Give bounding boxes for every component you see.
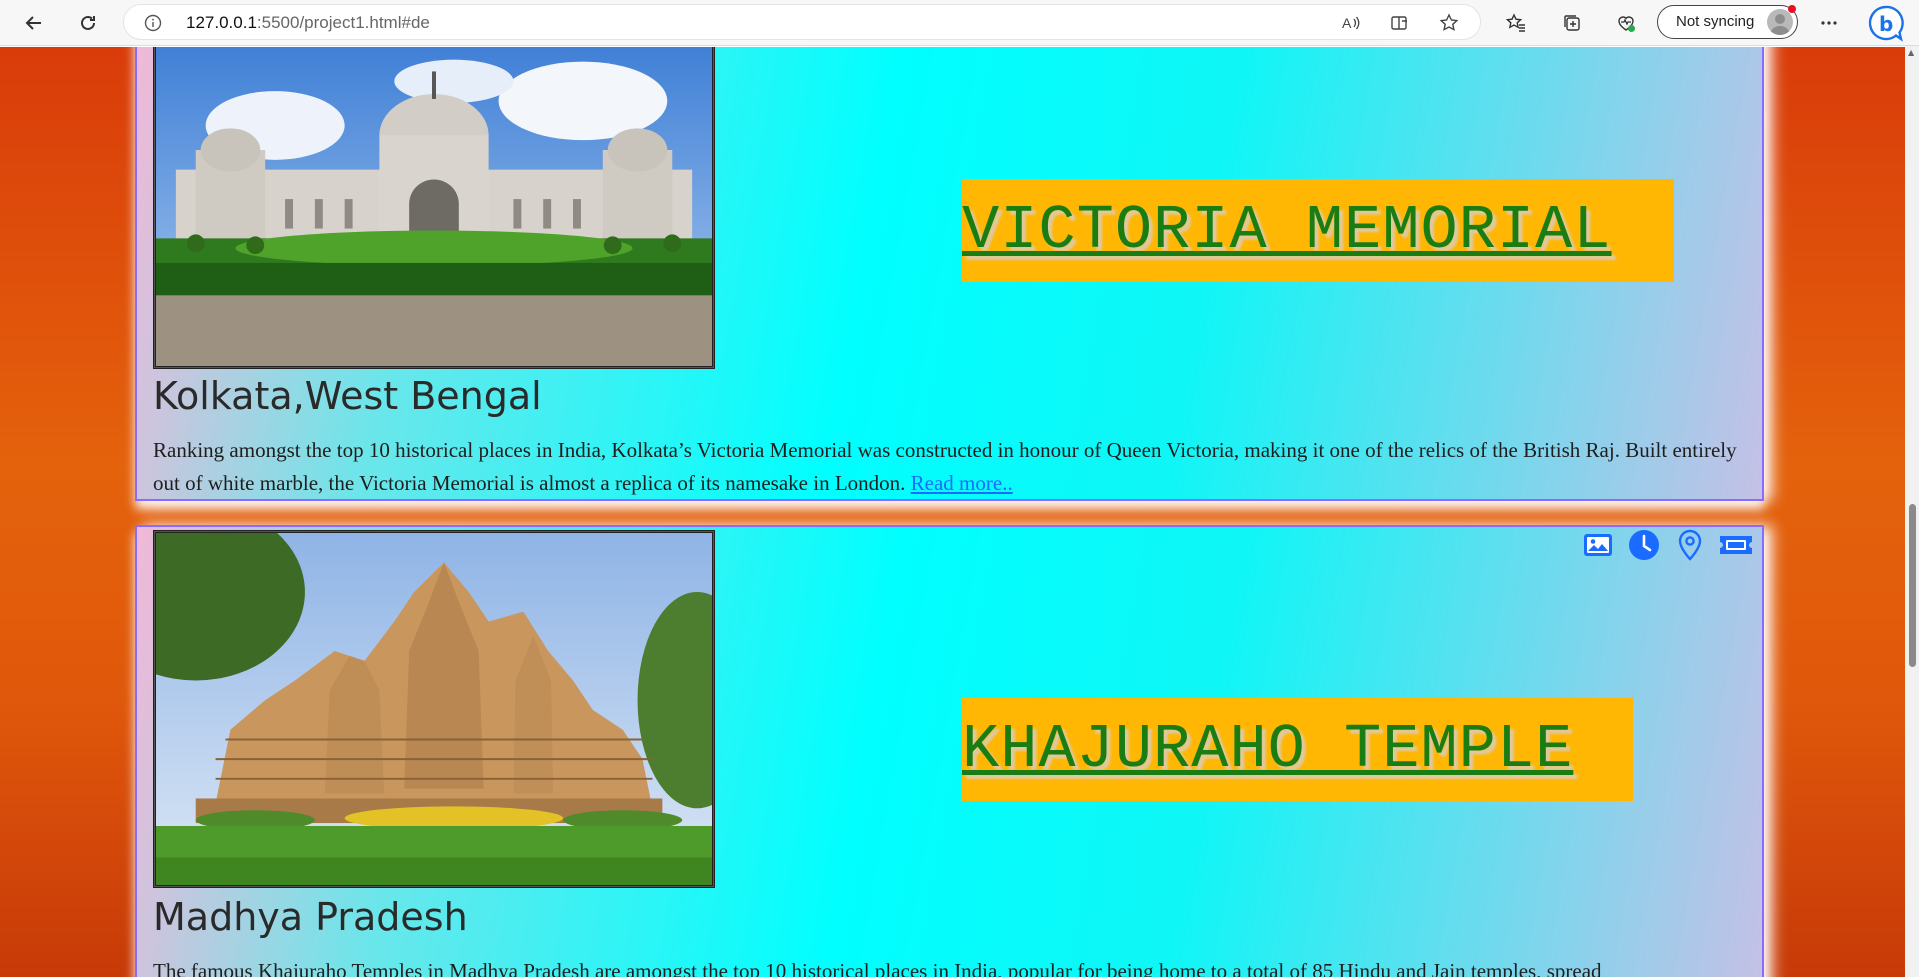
bing-copilot-button[interactable]: b bbox=[1867, 4, 1905, 42]
bing-copilot-icon: b bbox=[1868, 5, 1904, 42]
svg-text:b: b bbox=[1879, 12, 1893, 36]
place-location: Kolkata,West Bengal bbox=[153, 374, 542, 418]
url-text[interactable]: 127.0.0.1:5500/project1.html#de bbox=[186, 13, 430, 33]
image-icon[interactable] bbox=[1580, 527, 1616, 563]
browser-essentials-icon bbox=[1618, 16, 1635, 32]
reload-icon bbox=[81, 15, 95, 30]
reload-button[interactable] bbox=[72, 7, 104, 39]
clock-icon[interactable] bbox=[1626, 527, 1662, 563]
browser-essentials-button[interactable] bbox=[1610, 7, 1642, 39]
read-aloud-icon[interactable]: A bbox=[1341, 13, 1361, 33]
place-description: The famous Khajuraho Temples in Madhya P… bbox=[153, 955, 1753, 977]
place-title: VICTORIA MEMORIAL bbox=[962, 179, 1674, 282]
page-viewport: VICTORIA MEMORIAL Kolkata,West Bengal Ra… bbox=[0, 47, 1919, 977]
collections-icon bbox=[1564, 15, 1580, 31]
scrollbar-thumb[interactable] bbox=[1909, 504, 1916, 667]
place-card-victoria-memorial: VICTORIA MEMORIAL Kolkata,West Bengal Ra… bbox=[135, 47, 1764, 501]
victoria-memorial-photo bbox=[153, 47, 715, 369]
khajuraho-temple-image bbox=[156, 533, 712, 885]
card-action-icons bbox=[1580, 527, 1754, 563]
place-description: Ranking amongst the top 10 historical pl… bbox=[153, 434, 1753, 500]
browser-toolbar: 127.0.0.1:5500/project1.html#de A Not sy… bbox=[0, 0, 1919, 46]
place-title: KHAJURAHO TEMPLE bbox=[962, 698, 1633, 801]
immersive-reader-icon[interactable] bbox=[1390, 13, 1410, 33]
place-location: Madhya Pradesh bbox=[153, 895, 468, 939]
scroll-up-arrow-icon[interactable]: ▲ bbox=[1908, 48, 1914, 57]
description-text: The famous Khajuraho Temples in Madhya P… bbox=[153, 959, 1602, 977]
back-button[interactable] bbox=[18, 7, 50, 39]
address-bar[interactable]: 127.0.0.1:5500/project1.html#de A bbox=[123, 4, 1481, 40]
back-icon bbox=[25, 16, 41, 30]
collections-button[interactable] bbox=[1556, 7, 1588, 39]
ticket-icon[interactable] bbox=[1718, 527, 1754, 563]
read-more-link[interactable]: Read more.. bbox=[911, 471, 1013, 495]
favorites-button[interactable] bbox=[1500, 7, 1532, 39]
url-path: :5500/project1.html#de bbox=[256, 13, 430, 32]
avatar-icon bbox=[1770, 14, 1790, 35]
avatar bbox=[1767, 9, 1793, 35]
favorite-star-icon[interactable] bbox=[1439, 13, 1459, 33]
profile-sync-button[interactable]: Not syncing bbox=[1657, 5, 1798, 39]
location-pin-icon[interactable] bbox=[1672, 527, 1708, 563]
page-scrollbar[interactable]: ▲ bbox=[1905, 46, 1919, 977]
more-button[interactable] bbox=[1813, 7, 1845, 39]
khajuraho-temple-photo bbox=[153, 530, 715, 888]
victoria-memorial-image bbox=[156, 47, 712, 366]
place-card-khajuraho-temple: KHAJURAHO TEMPLE Madhya Pradesh The famo… bbox=[135, 525, 1764, 977]
notification-dot bbox=[1788, 5, 1796, 13]
sync-label: Not syncing bbox=[1676, 13, 1755, 30]
more-icon bbox=[1821, 21, 1837, 25]
url-host: 127.0.0.1 bbox=[186, 13, 257, 32]
svg-text:A: A bbox=[1342, 15, 1352, 31]
site-info-icon[interactable] bbox=[144, 14, 162, 32]
favorites-icon bbox=[1506, 13, 1525, 32]
